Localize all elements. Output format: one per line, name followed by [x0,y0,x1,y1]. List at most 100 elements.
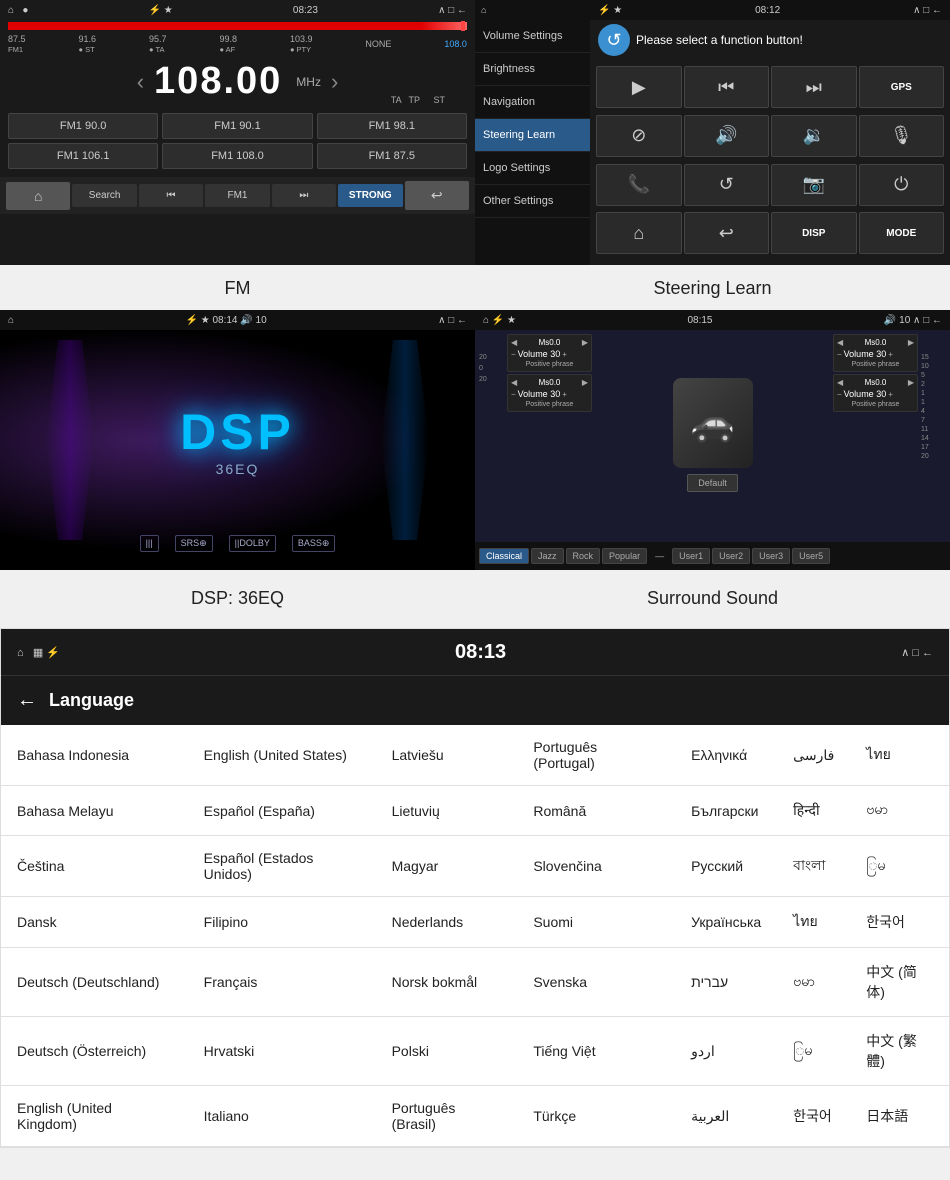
lang-back-button[interactable]: ← [17,689,37,712]
lang-cell[interactable]: Lietuvių [376,786,518,836]
lang-cell[interactable]: Dansk [1,897,188,948]
lang-cell[interactable]: Türkçe [517,1086,675,1147]
lang-cell[interactable]: 中文 (繁體) [850,1017,949,1086]
lang-cell[interactable]: Nederlands [376,897,518,948]
steer-btn-mode[interactable]: MODE [859,212,945,254]
fm-preset-4[interactable]: FM1 106.1 [8,143,158,169]
fm-prev-arrow[interactable]: ‹ [137,69,144,95]
steer-btn-prev[interactable]: ⏮ [684,66,770,108]
lang-cell[interactable]: ဗမာ [777,948,850,1017]
lang-cell[interactable]: 한국어 [777,1086,850,1147]
steer-btn-disp[interactable]: DISP [771,212,857,254]
fm-back-btn[interactable]: ↩ [405,181,469,210]
fm-mode-btn[interactable]: FM1 [205,184,269,207]
lang-cell[interactable]: Español (España) [188,786,376,836]
fm-preset-6[interactable]: FM1 87.5 [317,143,467,169]
lang-cell[interactable]: Slovenčina [517,836,675,897]
lang-cell[interactable]: اردو [675,1017,777,1086]
lang-cell[interactable]: ไทย [850,725,949,786]
lang-cell[interactable]: Deutsch (Deutschland) [1,948,188,1017]
steer-btn-camera[interactable]: 📷 [771,164,857,206]
lang-cell[interactable]: Ελληνικά [675,725,777,786]
lang-cell[interactable]: Svenska [517,948,675,1017]
lang-cell[interactable]: ြမ [777,1017,850,1086]
lang-cell[interactable]: Español (Estados Unidos) [188,836,376,897]
steer-menu-volume[interactable]: Volume Settings [475,20,590,53]
lang-cell[interactable]: Bahasa Melayu [1,786,188,836]
lang-cell[interactable]: فارسی [777,725,850,786]
lang-cell[interactable]: Bahasa Indonesia [1,725,188,786]
lang-cell[interactable]: हिन्दी [777,786,850,836]
steer-menu-brightness[interactable]: Brightness [475,53,590,86]
surround-tab-jazz[interactable]: Jazz [531,548,564,564]
fm-preset-3[interactable]: FM1 98.1 [317,113,467,139]
steer-btn-voldown[interactable]: 🔉 [771,115,857,157]
lang-cell[interactable]: Français [188,948,376,1017]
lang-cell[interactable]: বাংলা [777,836,850,897]
steer-btn-phone[interactable]: 📞 [596,164,682,206]
lang-cell[interactable]: ြမ [850,836,949,897]
lang-cell[interactable]: Українська [675,897,777,948]
surround-tab-user5[interactable]: User5 [792,548,830,564]
lang-cell[interactable]: Tiếng Việt [517,1017,675,1086]
surround-statusbar: ⌂ ⚡ ★ 08:15 🔊 10 ∧ □ ← [475,310,950,330]
lang-cell[interactable]: Polski [376,1017,518,1086]
lang-cell[interactable]: Română [517,786,675,836]
fm-preset-5[interactable]: FM1 108.0 [162,143,312,169]
steer-btn-play[interactable]: ▶ [596,66,682,108]
lang-cell[interactable]: 한국어 [850,897,949,948]
steer-btn-gps[interactable]: GPS [859,66,945,108]
steer-btn-volup[interactable]: 🔊 [684,115,770,157]
lang-header: ← Language [1,675,949,725]
fm-prev-btn[interactable]: ⏮ [139,184,203,207]
lang-cell[interactable]: Русский [675,836,777,897]
steer-menu-steering[interactable]: Steering Learn [475,119,590,152]
lang-cell[interactable]: Suomi [517,897,675,948]
steer-btn-power[interactable]: ⏻ [859,164,945,206]
surround-tab-rock[interactable]: Rock [566,548,601,564]
lang-cell[interactable]: עברית [675,948,777,1017]
steer-btn-rotate[interactable]: ↺ [684,164,770,206]
fm-next-arrow[interactable]: › [331,69,338,95]
lang-cell[interactable]: Hrvatski [188,1017,376,1086]
steer-refresh-btn[interactable]: ↺ [598,24,630,56]
steer-menu-other[interactable]: Other Settings [475,185,590,218]
surround-default-btn[interactable]: Default [687,474,738,492]
lang-cell[interactable]: 中文 (简体) [850,948,949,1017]
fm-preset-1[interactable]: FM1 90.0 [8,113,158,139]
lang-cell[interactable]: Deutsch (Österreich) [1,1017,188,1086]
lang-cell[interactable]: Čeština [1,836,188,897]
surround-tab-popular[interactable]: Popular [602,548,647,564]
steer-btn-mute[interactable]: ⊘ [596,115,682,157]
lang-cell[interactable]: Filipino [188,897,376,948]
steer-btn-back[interactable]: ↩ [684,212,770,254]
lang-cell[interactable]: Norsk bokmål [376,948,518,1017]
lang-cell[interactable]: Português (Portugal) [517,725,675,786]
lang-cell[interactable]: Български [675,786,777,836]
steer-btn-next[interactable]: ⏭ [771,66,857,108]
steer-btn-mic[interactable]: 🎙 [859,115,945,157]
lang-cell[interactable]: العربية [675,1086,777,1147]
lang-cell[interactable]: 日本語 [850,1086,949,1147]
surround-tab-user3[interactable]: User3 [752,548,790,564]
surround-tab-user2[interactable]: User2 [712,548,750,564]
lang-cell[interactable]: ဗမာ [850,786,949,836]
fm-next-btn[interactable]: ⏭ [272,184,336,207]
lang-cell[interactable]: Latviešu [376,725,518,786]
lang-cell[interactable]: Magyar [376,836,518,897]
fm-preset-2[interactable]: FM1 90.1 [162,113,312,139]
surround-tab-classical[interactable]: Classical [479,548,529,564]
fm-strong-btn[interactable]: STRONG [338,184,402,207]
lang-cell[interactable]: English (United States) [188,725,376,786]
lang-cell[interactable]: English (United Kingdom) [1,1086,188,1147]
fm-home-btn[interactable]: ⌂ [6,182,70,210]
lang-cell[interactable]: Italiano [188,1086,376,1147]
dsp-badge-dolby: ||DOLBY [229,535,276,552]
lang-cell[interactable]: Português (Brasil) [376,1086,518,1147]
fm-search-btn[interactable]: Search [72,184,136,207]
steer-btn-home[interactable]: ⌂ [596,212,682,254]
steer-menu-navigation[interactable]: Navigation [475,86,590,119]
lang-cell[interactable]: ไทย [777,897,850,948]
steer-menu-logo[interactable]: Logo Settings [475,152,590,185]
surround-tab-user1[interactable]: User1 [672,548,710,564]
